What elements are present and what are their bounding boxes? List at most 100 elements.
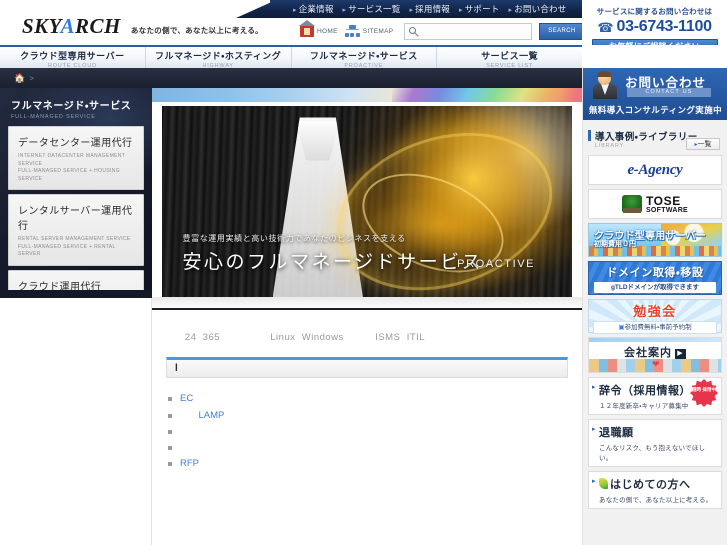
topnav-item-contact[interactable]: お問い合わせ: [509, 3, 567, 15]
banner-domain[interactable]: ドメイン取得・移設 gTLDドメインが取得できます: [588, 261, 722, 295]
gnav-item-route-cloud[interactable]: クラウド型専用サーバー ROUTE CLOUD: [0, 47, 146, 69]
list-item[interactable]: [166, 440, 568, 456]
tose-logo-line2: SOFTWARE: [645, 206, 689, 214]
breadcrumb-separator: >: [29, 73, 34, 83]
intro-paragraph: 24 365 Linux Windows ISMS ITIL: [166, 332, 426, 343]
logo-tagline: あなたの側で、あなた以上に考える。: [130, 26, 263, 35]
banner-first-time-title: はじめての方へ: [599, 476, 717, 492]
list-item-link[interactable]: EC: [180, 393, 193, 404]
hero-brand-label: PROACTIVE: [457, 258, 536, 271]
left-sidebar: フルマネージド・サービス FULL-MANAGED SERVICE データセンタ…: [0, 88, 152, 290]
gnav-item-proactive[interactable]: フルマネージド・サービス PROACTIVE: [292, 47, 438, 69]
site-logo[interactable]: SKYARCH あなたの側で、あなた以上に考える。: [22, 14, 263, 39]
section-heading: l: [166, 357, 568, 379]
sidebar-item-rental-server[interactable]: レンタルサーバー運用代行 RENTAL SERVER MANAGEMENT SE…: [8, 194, 144, 266]
contact-banner-subtitle: CONTACT US: [627, 88, 711, 97]
list-item[interactable]: [166, 424, 568, 440]
sitemap-link-label: SITEMAP: [362, 27, 394, 35]
heading-accent-bar: [588, 130, 591, 141]
hero-caption: 豊富な運用実績と高い技術力であなたのビジネスを支える 安心のフルマネージドサービ…: [183, 233, 484, 274]
topnav-item-company[interactable]: 企業情報: [293, 3, 334, 15]
sidebar-item-label-en2: FULL-MANAGED SERVICE + HOUSING SERVICE: [18, 168, 120, 182]
list-item[interactable]: LAMP: [166, 408, 568, 425]
banner-domain-title: ドメイン取得・移設: [606, 267, 704, 279]
tose-logo-icon: TOSE SOFTWARE: [621, 195, 689, 214]
topnav-item-support[interactable]: サポート: [459, 3, 500, 15]
left-sidebar-list: データセンター運用代行 INTERNET DATACENTER MANAGEME…: [0, 126, 152, 290]
banner-first-time[interactable]: はじめての方へ あなたの側で、あなた以上に考える。: [588, 471, 722, 509]
client-logo-tose[interactable]: TOSE SOFTWARE: [588, 189, 722, 219]
library-more-button[interactable]: 一覧: [686, 138, 720, 150]
banner-seminar-title: 勉強会: [633, 304, 677, 319]
search-box[interactable]: [404, 22, 532, 40]
sidebar-item-label-en2: FULL-MANAGED SERVICE + RENTAL SERVER: [18, 243, 116, 258]
tree-icon: [621, 195, 642, 213]
utility-row: HOME SITEMAP SEARCH: [299, 20, 585, 42]
library-heading: 導入事例・ライブラリー LIBRARY 一覧: [588, 126, 722, 151]
sidebar-item-label-ja: レンタルサーバー運用代行: [18, 206, 133, 232]
list-item[interactable]: RFP: [166, 456, 568, 473]
global-nav-spacer: [582, 45, 727, 68]
banner-company-top-strip: [589, 338, 721, 342]
gnav-label-ja: フルマネージド・ホスティング: [154, 51, 282, 61]
topnav-item-recruit[interactable]: 採用情報: [409, 3, 450, 15]
contact-us-banner[interactable]: お問い合わせ CONTACT US 無料導入コンサルティング実施中: [583, 68, 727, 120]
left-column-filler: [0, 290, 152, 545]
left-sidebar-title-en: FULL-MANAGED SERVICE: [11, 114, 96, 120]
gnav-item-service-list[interactable]: サービス一覧 SERVICE LIST: [437, 47, 582, 69]
contact-lead-text: サービスに関するお問い合わせは: [596, 7, 713, 16]
home-icon: [299, 20, 315, 37]
breadcrumb-home-icon[interactable]: 🏠: [14, 73, 25, 84]
main-content: 豊富な運用実績と高い技術力であなたのビジネスを支える 安心のフルマネージドサービ…: [152, 88, 582, 545]
banner-company-title-text: 会社案内: [624, 347, 672, 359]
banner-resignation-sub: こんなリスク、もう抱えないでほしい。: [599, 445, 706, 462]
list-item[interactable]: EC: [166, 391, 568, 408]
logo-wordmark: SKYARCH: [22, 14, 121, 38]
home-link-label: HOME: [317, 27, 338, 35]
hero-banner: 豊富な運用実績と高い技術力であなたのビジネスを支える 安心のフルマネージドサービ…: [152, 88, 582, 310]
banner-company-profile[interactable]: 会社案内 ▶ ❤: [588, 337, 722, 373]
hero-bottom-rule: [152, 308, 582, 310]
banner-recruit[interactable]: 随時 採用中 辞令（採用情報） １２年度新卒・キャリア募集中: [588, 377, 722, 415]
sidebar-item-datacenter[interactable]: データセンター運用代行 INTERNET DATACENTER MANAGEME…: [8, 126, 144, 190]
banner-resignation[interactable]: 退職願 こんなリスク、もう抱えないでほしい。: [588, 419, 722, 467]
sitemap-link[interactable]: SITEMAP: [344, 25, 394, 37]
left-sidebar-title: フルマネージド・サービス FULL-MANAGED SERVICE: [0, 88, 152, 126]
hero-main-copy: 安心のフルマネージドサービス: [182, 252, 484, 274]
hero-sub-copy: 豊富な運用実績と高い技術力であなたのビジネスを支える: [182, 234, 406, 244]
search-icon: [409, 26, 417, 34]
banner-route-cloud[interactable]: クラウド型専用サーバー 初期費用０円: [588, 223, 722, 257]
heart-icon: ❤: [652, 359, 660, 369]
contact-banner-note: 無料導入コンサルティング実施中: [589, 105, 722, 115]
client-logo-eagency[interactable]: e-Agency: [588, 155, 722, 185]
banner-seminar-sub: 参加費無料・事前予約制: [593, 321, 717, 334]
list-item-link[interactable]: RFP: [180, 458, 199, 469]
leaf-icon: [599, 478, 608, 489]
eagency-logo-icon: e-Agency: [627, 161, 683, 178]
left-sidebar-title-ja: フルマネージド・サービス: [11, 101, 132, 112]
play-icon: ▶: [675, 349, 686, 359]
gnav-label-ja: サービス一覧: [481, 51, 539, 61]
gnav-label-ja: フルマネージド・サービス: [309, 51, 418, 61]
sidebar-item-label-ja: クラウド運用代行: [18, 281, 102, 291]
sidebar-item-label-en1: INTERNET DATACENTER MANAGEMENT SERVICE: [18, 153, 126, 167]
sitemap-icon: [344, 25, 360, 37]
global-navigation: クラウド型専用サーバー ROUTE CLOUD フルマネージド・ホスティング H…: [0, 45, 582, 69]
top-navigation: 企業情報 サービス一覧 採用情報 サポート お問い合わせ: [285, 0, 585, 18]
right-sidebar: お問い合わせ CONTACT US 無料導入コンサルティング実施中 導入事例・ラ…: [582, 68, 727, 545]
sidebar-item-cloud[interactable]: クラウド運用代行 CLOUD MANAGEMENT SERVICE FULL-M…: [8, 269, 144, 291]
banner-cloud-sub: 初期費用０円: [594, 241, 636, 248]
home-link[interactable]: HOME: [299, 20, 338, 37]
hero-rainbow-icon: [392, 88, 582, 102]
list-item-link[interactable]: LAMP: [180, 410, 224, 421]
topnav-item-services[interactable]: サービス一覧: [343, 3, 401, 15]
gnav-item-highway[interactable]: フルマネージド・ホスティング HIGHWAY: [146, 47, 292, 69]
search-input[interactable]: [421, 26, 531, 36]
operator-avatar-icon: [592, 71, 618, 99]
contact-phone-number: 03-6743-1100: [616, 18, 712, 35]
banner-resignation-title: 退職願: [599, 427, 634, 439]
feature-list: EC LAMP RFP: [166, 391, 568, 473]
sidebar-item-label-en1: RENTAL SERVER MANAGEMENT SERVICE: [18, 236, 131, 242]
search-button[interactable]: SEARCH: [539, 22, 585, 40]
banner-seminar[interactable]: 勉強会 参加費無料・事前予約制: [588, 299, 722, 334]
